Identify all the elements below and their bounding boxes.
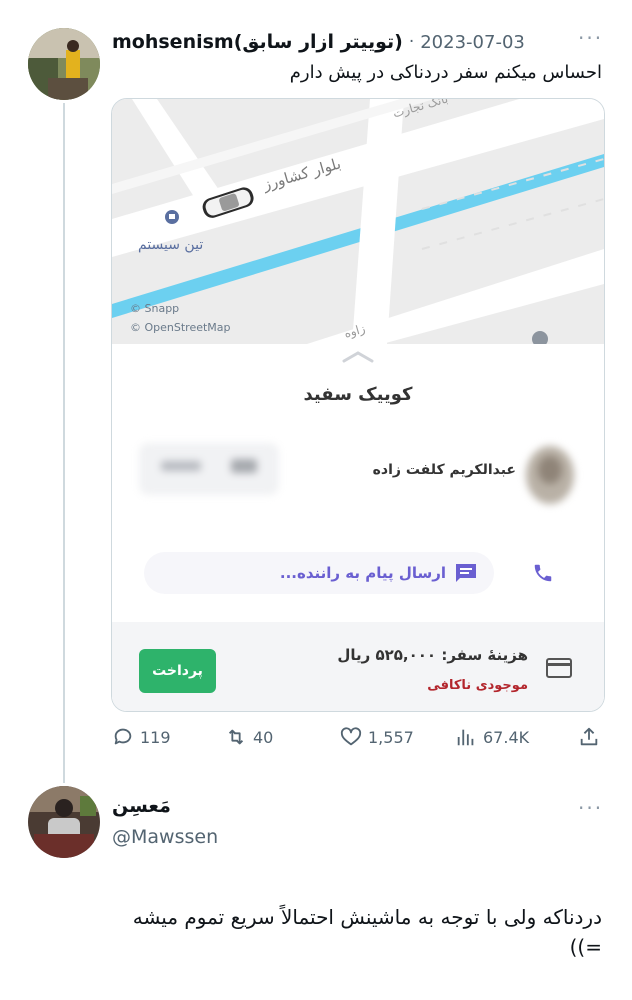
card-icon <box>546 658 572 678</box>
pay-button[interactable]: پرداخت <box>139 649 216 693</box>
reply-author-handle[interactable]: @Mawssen <box>112 826 218 848</box>
like-count: 1,557 <box>368 727 414 747</box>
reply-text-line-1: دردناکه ولی با توجه به ماشینش احتمالاً س… <box>132 905 602 929</box>
tweet-text: احساس میکنم سفر دردناکی در پیش دارم <box>289 62 602 83</box>
like-button[interactable]: 1,557 <box>340 724 414 750</box>
reply-text: دردناکه ولی با توجه به ماشینش احتمالاً س… <box>22 902 602 962</box>
ride-bottom-sheet: کوییک سفید عبدالکریم کلفت زاده ارسال پیا… <box>112 344 604 711</box>
message-placeholder: ارسال پیام به راننده... <box>279 564 446 582</box>
reply-button[interactable]: 119 <box>112 724 171 750</box>
views-bar-chart-icon <box>457 729 474 746</box>
header-separator: · <box>408 32 415 52</box>
tweet-avatar[interactable] <box>28 28 100 100</box>
tweet-media-image[interactable]: بانک تجارت بلوار کشاورز تین سیستم © Snap… <box>111 98 605 712</box>
tweet-author-name[interactable]: mohsenism(تویيتر ازار سابق) <box>112 31 403 53</box>
driver-photo-blurred <box>526 446 574 504</box>
views-count: 67.4K <box>483 727 530 747</box>
reply-icon <box>114 728 132 745</box>
map-graphic <box>112 99 604 347</box>
driver-name: عبدالکریم کلفت زاده <box>372 462 516 478</box>
retweet-count: 40 <box>253 727 274 747</box>
heart-icon <box>340 727 362 746</box>
chat-icon <box>456 564 476 582</box>
fare-text: هزینهٔ سفر: ۵۲۵,۰۰۰ ریال <box>337 646 528 664</box>
map-view: بانک تجارت بلوار کشاورز تین سیستم © Snap… <box>112 99 604 347</box>
sheet-handle-chevron-icon[interactable] <box>342 350 374 364</box>
license-plate-blurred <box>140 444 278 494</box>
reply-avatar-photo <box>28 786 100 858</box>
reply-author-name[interactable]: مَعسِن <box>112 795 171 817</box>
tweet-date[interactable]: 2023-07-03 <box>420 32 525 53</box>
tweet-more-icon[interactable]: ··· <box>578 26 603 50</box>
views-button[interactable]: 67.4K <box>455 724 529 750</box>
car-name: کوییک سفید <box>303 384 413 405</box>
retweet-button[interactable]: 40 <box>225 724 273 750</box>
retweet-icon <box>228 729 244 745</box>
share-icon <box>580 727 598 746</box>
thread-line <box>63 103 65 783</box>
map-poi-label: تین سیستم <box>138 237 204 253</box>
message-driver-field[interactable]: ارسال پیام به راننده... <box>144 552 494 594</box>
reply-more-icon[interactable]: ··· <box>578 796 603 820</box>
reply-text-line-2: =)) <box>569 935 602 959</box>
insufficient-balance: موجودی ناکافی <box>427 678 528 693</box>
reply-count: 119 <box>140 727 171 747</box>
share-button[interactable] <box>578 724 600 750</box>
avatar-photo <box>28 28 100 100</box>
map-attribution-snapp: © Snapp <box>130 302 180 315</box>
reply-avatar[interactable] <box>28 786 100 858</box>
map-attribution-osm: © OpenStreetMap <box>130 321 231 334</box>
phone-icon[interactable] <box>532 562 554 584</box>
